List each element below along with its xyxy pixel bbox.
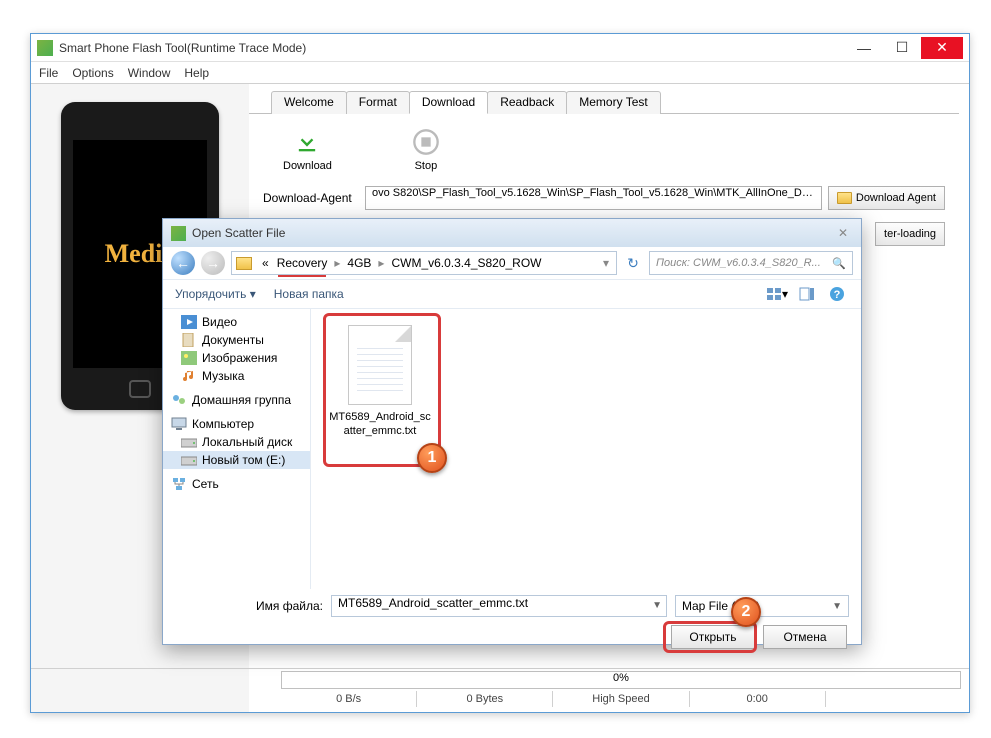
chevron-down-icon[interactable]: ▾ [600,256,612,270]
folder-icon [837,192,852,204]
file-type-filter[interactable]: Map File (*.txt)▼ [675,595,849,617]
network-icon [171,477,187,491]
tab-memory-test[interactable]: Memory Test [566,91,660,114]
disk-icon [181,435,197,449]
chevron-down-icon[interactable]: ▼ [652,600,662,611]
file-icon [348,325,412,405]
homegroup-icon [171,393,187,407]
status-bar: 0% 0 B/s 0 Bytes High Speed 0:00 [31,668,969,712]
close-button[interactable]: ✕ [921,37,963,59]
tab-bar: Welcome Format Download Readback Memory … [249,90,959,114]
progress-bar: 0% [281,671,961,689]
download-agent-button[interactable]: Download Agent [828,186,945,210]
help-button[interactable]: ? [825,284,849,304]
file-pane[interactable]: MT6589_Android_scatter_emmc.txt 1 [311,309,861,589]
status-mode: High Speed [553,691,689,707]
tree-documents[interactable]: Документы [163,331,310,349]
folder-icon [236,257,252,270]
tab-download[interactable]: Download [409,91,488,114]
svg-text:?: ? [834,289,841,301]
chevron-right-icon: ▸ [375,256,387,270]
maximize-button[interactable]: ☐ [883,37,921,59]
status-bytes: 0 Bytes [417,691,553,707]
menubar: File Options Window Help [31,62,969,84]
folder-tree: Видео Документы Изображения Музыка Домаш… [163,309,311,589]
tree-images[interactable]: Изображения [163,349,310,367]
tree-network[interactable]: Сеть [163,475,310,493]
images-icon [181,351,197,365]
music-icon [181,369,197,383]
download-button[interactable]: Download [283,128,332,172]
view-menu[interactable]: ▾ [765,284,789,304]
documents-icon [181,333,197,347]
chevron-right-icon: ▸ [331,256,343,270]
download-agent-label: Download-Agent [263,191,365,205]
menu-options[interactable]: Options [72,66,113,80]
chevron-down-icon: ▼ [832,601,842,612]
dialog-title: Open Scatter File [192,226,285,240]
disk-icon [181,453,197,467]
window-title: Smart Phone Flash Tool(Runtime Trace Mod… [59,41,845,55]
search-input[interactable]: Поиск: CWM_v6.0.3.4_S820_R... 🔍 [649,251,853,275]
dialog-close-button[interactable]: ✕ [833,224,853,242]
nav-back-button[interactable]: ← [171,251,195,275]
stop-icon [412,128,440,156]
dialog-icon [171,226,186,241]
crumb-cwm[interactable]: CWM_v6.0.3.4_S820_ROW [387,256,545,270]
download-label: Download [283,160,332,172]
tab-welcome[interactable]: Welcome [271,91,347,114]
tree-new-volume[interactable]: Новый том (E:) [163,451,310,469]
tree-homegroup[interactable]: Домашняя группа [163,391,310,409]
stop-label: Stop [415,160,438,172]
download-agent-input[interactable]: ovo S820\SP_Flash_Tool_v5.1628_Win\SP_Fl… [365,186,822,210]
menu-help[interactable]: Help [184,66,209,80]
tree-video[interactable]: Видео [163,313,310,331]
nav-forward-button[interactable]: → [201,251,225,275]
cancel-button[interactable]: Отмена [763,625,847,649]
tab-readback[interactable]: Readback [487,91,567,114]
annotation-marker-2: 2 [731,597,761,627]
tab-format[interactable]: Format [346,91,410,114]
search-icon: 🔍 [832,257,846,270]
new-folder-button[interactable]: Новая папка [274,287,344,301]
crumb-4gb[interactable]: 4GB [343,256,375,270]
crumb-recovery[interactable]: Recovery [273,256,332,270]
phone-home-icon [129,380,151,398]
stop-button[interactable]: Stop [412,128,440,172]
dialog-titlebar: Open Scatter File ✕ [163,219,861,247]
tree-music[interactable]: Музыка [163,367,310,385]
scatter-loading-button[interactable]: ter-loading [875,222,945,246]
status-time: 0:00 [690,691,826,707]
preview-pane-button[interactable] [795,284,819,304]
breadcrumb[interactable]: « Recovery ▸ 4GB ▸ CWM_v6.0.3.4_S820_ROW… [231,251,617,275]
status-speed: 0 B/s [281,691,417,707]
progress-percent: 0% [282,672,960,684]
computer-icon [171,417,187,431]
download-icon [293,128,321,156]
open-file-dialog: Open Scatter File ✕ ← → « Recovery ▸ 4GB… [162,218,862,645]
video-icon [181,315,197,329]
annotation-underline [278,275,326,277]
menu-file[interactable]: File [39,66,58,80]
menu-window[interactable]: Window [128,66,171,80]
titlebar: Smart Phone Flash Tool(Runtime Trace Mod… [31,34,969,62]
refresh-button[interactable]: ↻ [623,255,643,272]
minimize-button[interactable]: ― [845,37,883,59]
app-icon [37,40,53,56]
filename-input[interactable]: MT6589_Android_scatter_emmc.txt▼ [331,595,667,617]
tree-local-disk[interactable]: Локальный диск [163,433,310,451]
tree-computer[interactable]: Компьютер [163,415,310,433]
organize-menu[interactable]: Упорядочить ▾ [175,287,256,301]
annotation-marker-1: 1 [417,443,447,473]
filename-label: Имя файла: [175,599,323,613]
